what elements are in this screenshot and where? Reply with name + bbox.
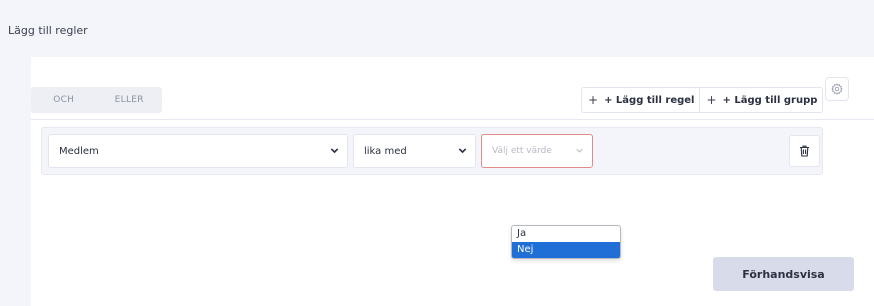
add-rule-label: + Lägg till regel <box>604 94 695 106</box>
dropdown-option-nej[interactable]: Nej <box>512 242 620 258</box>
page-header: Lägg till regler <box>0 0 874 57</box>
settings-button[interactable] <box>825 77 849 101</box>
field-select[interactable]: Medlem <box>48 134 348 168</box>
add-rule-button[interactable]: + + Lägg till regel <box>582 88 699 112</box>
logic-tabs: OCH ELLER <box>31 87 162 113</box>
operator-select-value: lika med <box>364 145 407 157</box>
plus-icon: + <box>588 93 599 107</box>
trash-icon <box>800 145 809 157</box>
preview-button[interactable]: Förhandsvisa <box>713 257 854 291</box>
operator-select[interactable]: lika med <box>353 134 476 168</box>
value-select[interactable]: Välj ett värde <box>481 134 593 168</box>
value-dropdown-list: Ja Nej <box>511 225 621 259</box>
page-title: Lägg till regler <box>8 24 88 37</box>
rule-row: Medlem lika med Välj ett värde <box>41 127 823 175</box>
gear-icon <box>831 83 843 95</box>
delete-rule-button[interactable] <box>789 135 820 167</box>
add-group-label: + Lägg till grupp <box>722 94 818 106</box>
chevron-down-icon <box>330 148 339 154</box>
chevron-down-icon <box>576 148 583 153</box>
value-select-placeholder: Välj ett värde <box>492 146 552 156</box>
chevron-down-icon <box>458 148 467 154</box>
tab-eller[interactable]: ELLER <box>97 87 163 113</box>
plus-icon: + <box>706 93 717 107</box>
field-select-value: Medlem <box>59 145 99 157</box>
add-group-button[interactable]: + + Lägg till grupp <box>699 88 822 112</box>
dropdown-option-ja[interactable]: Ja <box>512 226 620 242</box>
add-actions: + + Lägg till regel + + Lägg till grupp <box>581 87 824 113</box>
tab-och[interactable]: OCH <box>31 87 97 113</box>
